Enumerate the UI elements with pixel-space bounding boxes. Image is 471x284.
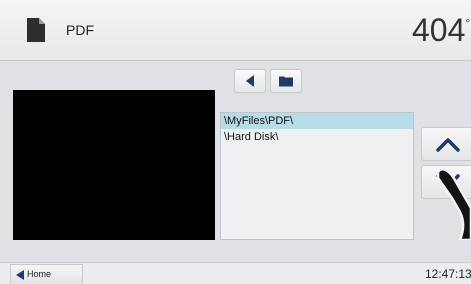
footer-bar: Home 12:47:13: [0, 262, 471, 284]
folder-item[interactable]: \MyFiles\PDF\: [221, 113, 413, 129]
folder-button[interactable]: [270, 69, 302, 93]
arrow-left-icon: [16, 270, 24, 280]
temperature-value: 404: [412, 12, 466, 48]
back-button[interactable]: [234, 69, 266, 93]
folder-item[interactable]: \Hard Disk\: [221, 129, 413, 145]
scroll-up-button[interactable]: [421, 127, 471, 161]
folder-list[interactable]: \MyFiles\PDF\ \Hard Disk\: [220, 112, 414, 240]
page-title: PDF: [66, 22, 94, 38]
pdf-preview: [13, 90, 215, 240]
arrow-left-icon: [246, 75, 254, 87]
folder-icon: [279, 76, 293, 87]
pointer-hand-icon: [436, 168, 471, 240]
folder-item-label: \MyFiles\PDF\: [224, 115, 294, 127]
temperature-unit: °: [465, 16, 471, 30]
temperature-display: 404°: [412, 10, 470, 50]
header-bar: PDF 404°: [0, 0, 471, 61]
document-icon: [27, 18, 45, 42]
chevron-up-icon: [436, 138, 460, 152]
clock: 12:47:13: [425, 267, 471, 281]
home-button[interactable]: Home: [10, 264, 83, 284]
folder-item-label: \Hard Disk\: [224, 131, 279, 143]
home-button-label: Home: [27, 269, 52, 279]
